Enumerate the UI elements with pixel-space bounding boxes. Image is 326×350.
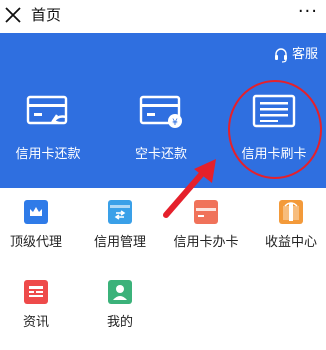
- headset-icon: [274, 48, 287, 63]
- card-repay-label: 信用卡还款: [15, 147, 81, 162]
- svg-text:¥: ¥: [172, 118, 178, 128]
- crown-icon: [24, 200, 48, 224]
- menu-item-label: 我的: [106, 315, 133, 330]
- earnings-icon: [279, 200, 303, 224]
- card-swipe-icon: [252, 94, 296, 128]
- menu-item-earnings-center[interactable]: 收益中心: [250, 200, 326, 251]
- card-repay-icon: [26, 95, 68, 125]
- empty-card-repay-label: 空卡还款: [134, 147, 187, 162]
- news-icon: [24, 280, 48, 304]
- customer-service-label: 客服: [291, 47, 318, 62]
- empty-card-repay-button[interactable]: ¥ 空卡还款: [116, 93, 206, 163]
- page-title: 首页: [31, 6, 62, 24]
- customer-service-button[interactable]: 客服: [273, 46, 318, 64]
- credit-card-icon: [108, 200, 132, 224]
- card-swipe-label: 信用卡刷卡: [241, 147, 307, 162]
- menu-item-label: 资讯: [22, 315, 49, 330]
- card-repay-button[interactable]: 信用卡还款: [3, 93, 93, 163]
- more-menu-button[interactable]: ···: [298, 2, 318, 22]
- menu-item-label: 信用管理: [93, 235, 146, 250]
- title-bar: 首页 ···: [0, 0, 326, 33]
- menu-item-label: 信用卡办卡: [173, 235, 239, 250]
- menu-item-card-apply[interactable]: 信用卡办卡: [165, 200, 247, 251]
- menu-item-top-agent[interactable]: 顶级代理: [0, 200, 77, 251]
- banner-panel: 客服 信用卡还款 ¥ 空卡还款 信用卡刷卡: [0, 33, 326, 188]
- close-icon[interactable]: [3, 5, 23, 25]
- card-swipe-button[interactable]: 信用卡刷卡: [229, 93, 319, 163]
- card-apply-icon: [194, 200, 218, 224]
- menu-item-my[interactable]: 我的: [79, 280, 161, 331]
- user-icon: [108, 280, 132, 304]
- menu-item-label: 收益中心: [264, 235, 317, 250]
- empty-card-repay-icon: ¥: [139, 95, 182, 128]
- menu-item-news[interactable]: 资讯: [0, 280, 77, 331]
- menu-item-label: 顶级代理: [9, 235, 62, 250]
- menu-item-credit-management[interactable]: 信用管理: [79, 200, 161, 251]
